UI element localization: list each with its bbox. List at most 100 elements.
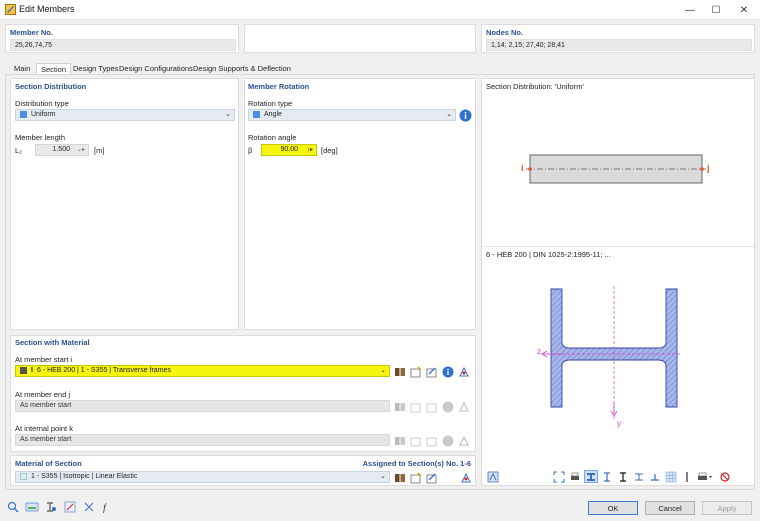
stress-point-icon[interactable] (632, 470, 646, 483)
ok-button[interactable]: OK (588, 501, 638, 515)
material-library-icon[interactable] (393, 471, 407, 484)
edit-section-icon[interactable] (425, 400, 439, 413)
material-swatch (20, 472, 27, 480)
spinner-icon: ↕▸ (306, 147, 313, 153)
end-section-value: As member start (20, 402, 72, 409)
tab-design-configurations[interactable]: Design Configurations (115, 63, 197, 74)
search-icon[interactable] (6, 500, 20, 513)
library-icon[interactable] (393, 434, 407, 447)
section-info-icon[interactable] (441, 434, 455, 447)
section-view-icon[interactable] (584, 470, 598, 483)
blank-panel (244, 24, 476, 53)
section-select-icon[interactable] (457, 365, 471, 378)
reset-icon[interactable] (718, 470, 732, 483)
material-select-icon[interactable] (459, 471, 473, 484)
end-section-label: At member end j (15, 390, 71, 399)
member-rotation-header: Member Rotation (248, 82, 310, 91)
rotation-type-label: Rotation type (248, 99, 293, 108)
edit-section-icon[interactable] (425, 434, 439, 447)
rotation-type-select[interactable]: Angle ⌄ (248, 109, 456, 121)
rotation-angle-value: 90.00 (280, 146, 298, 153)
internal-section-value: As member start (20, 436, 72, 443)
section-select-icon[interactable] (457, 434, 471, 447)
preview-settings-icon[interactable] (486, 470, 500, 483)
i-section-icon[interactable] (616, 470, 630, 483)
member-type-icon[interactable] (44, 500, 58, 513)
minimize-button[interactable]: — (676, 0, 704, 20)
start-section-tools (393, 365, 471, 378)
new-section-icon[interactable] (409, 365, 423, 378)
svg-text:f: f (103, 503, 107, 513)
library-icon[interactable] (393, 400, 407, 413)
section-info-icon[interactable] (441, 400, 455, 413)
member-length-symbol: L₂ (15, 146, 23, 155)
start-section-value: 6 - HEB 200 | 1 - S355 | Transverse fram… (36, 367, 171, 374)
dropdown-arrow-icon: ⌄▸ (76, 147, 85, 153)
dimension-icon[interactable] (600, 470, 614, 483)
new-material-icon[interactable] (409, 471, 423, 484)
nodes-no-label: Nodes No. (486, 28, 524, 37)
chevron-down-icon: ⌄ (380, 367, 386, 374)
start-section-label: At member start i (15, 355, 73, 364)
member-length-value: 1.500 (52, 146, 70, 153)
fit-view-icon[interactable] (552, 470, 566, 483)
member-rotation-panel: Member Rotation Rotation type Angle ⌄ Ro… (244, 78, 476, 330)
member-diagram (526, 154, 706, 184)
start-section-select[interactable]: I6 - HEB 200 | 1 - S355 | Transverse fra… (15, 365, 390, 377)
new-section-icon[interactable] (409, 400, 423, 413)
member-length-input[interactable]: 1.500 ⌄▸ (35, 144, 89, 156)
material-header: Material of Section (15, 459, 82, 468)
library-icon[interactable] (393, 365, 407, 378)
rotation-angle-input[interactable]: 90.00 ↕▸ (261, 144, 317, 156)
edit-material-icon[interactable] (425, 471, 439, 484)
member-length-label: Member length (15, 133, 66, 142)
tab-design-supports[interactable]: Design Supports & Deflection (189, 63, 295, 74)
units-icon[interactable] (25, 500, 39, 513)
function-icon[interactable]: f (101, 500, 115, 513)
rotation-angle-label: Rotation angle (248, 133, 297, 142)
rotation-type-value: Angle (264, 111, 282, 118)
internal-section-select[interactable]: As member start (15, 434, 390, 446)
material-select[interactable]: 1 - S355 | Isotropic | Linear Elastic ⌄ (15, 471, 390, 483)
material-value: 1 - S355 | Isotropic | Linear Elastic (31, 473, 138, 480)
bottom-toolbar: f (6, 500, 115, 513)
apply-button[interactable]: Apply (702, 501, 752, 515)
section-select-icon[interactable] (457, 400, 471, 413)
cursor-icon[interactable] (680, 470, 694, 483)
info-icon[interactable] (459, 109, 472, 122)
distribution-type-select[interactable]: Uniform ⌄ (15, 109, 235, 121)
cancel-button[interactable]: Cancel (645, 501, 695, 515)
section-distribution-header: Section Distribution (15, 82, 87, 91)
centroid-icon[interactable] (648, 470, 662, 483)
print-icon[interactable] (568, 470, 582, 483)
maximize-button[interactable]: ☐ (702, 0, 730, 20)
tab-main[interactable]: Main (10, 63, 34, 74)
axis-y-label: y (617, 419, 621, 428)
chevron-down-icon: ⌄ (225, 111, 231, 118)
end-section-tools (393, 400, 471, 413)
end-section-select[interactable]: As member start (15, 400, 390, 412)
heb-section-diagram (541, 286, 682, 420)
chevron-down-icon: ⌄ (446, 111, 452, 118)
member-no-field[interactable]: 25,26,74,75 (10, 39, 236, 51)
material-tools (393, 471, 439, 484)
close-button[interactable]: ✕ (730, 0, 758, 20)
distribution-type-value: Uniform (31, 111, 56, 118)
print-menu-icon[interactable] (696, 470, 716, 483)
select-icon[interactable] (82, 500, 96, 513)
section-info-icon[interactable] (441, 365, 455, 378)
edit-section-icon[interactable] (425, 365, 439, 378)
rotation-swatch (253, 110, 260, 118)
section-with-material-header: Section with Material (15, 338, 90, 347)
app-icon (5, 4, 16, 15)
new-section-icon[interactable] (409, 434, 423, 447)
section-with-material-panel: Section with Material At member start i … (10, 335, 476, 452)
window-title: Edit Members (19, 4, 75, 14)
grid-icon[interactable] (664, 470, 678, 483)
material-assigned: Assigned to Section(s) No. 1-6 (362, 459, 471, 468)
internal-section-label: At internal point k (15, 424, 73, 433)
preview-toolbar (552, 470, 732, 483)
view-icon[interactable] (63, 500, 77, 513)
nodes-no-field[interactable]: 1,14; 2,15; 27,40; 28,41 (486, 39, 752, 51)
chevron-down-icon: ⌄ (380, 473, 386, 480)
